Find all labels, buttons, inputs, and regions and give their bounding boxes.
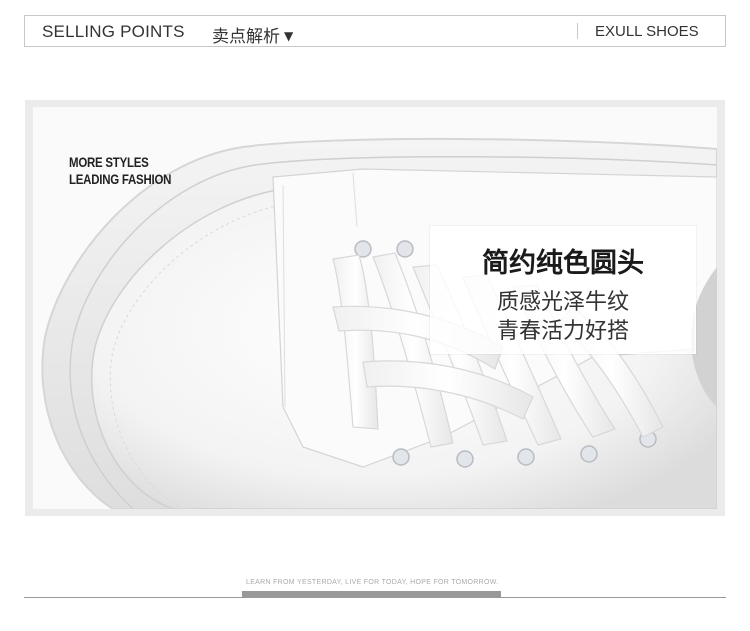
footer-motto: LEARN FROM YESTERDAY, LIVE FOR TODAY, HO… (246, 579, 499, 586)
tagline-line-1: MORE STYLES (69, 154, 149, 170)
triangle-down-icon: ▼ (284, 29, 294, 43)
section-subtitle-text: 卖点解析 (212, 27, 280, 47)
product-photo-frame: MORE STYLES LEADING FASHION 简约纯色圆头 质感光泽牛… (25, 100, 725, 516)
footer-divider (24, 597, 726, 598)
caption-line-2: 青春活力好搭 (496, 319, 629, 344)
feature-caption-box: 简约纯色圆头 质感光泽牛纹 青春活力好搭 (430, 226, 696, 354)
caption-heading: 简约纯色圆头 (482, 248, 644, 279)
header-divider (577, 23, 578, 39)
section-title: SELLING POINTS (42, 22, 185, 41)
header-bar: SELLING POINTS 卖点解析 ▼ EXULL SHOES (24, 15, 726, 47)
tagline-line-2: LEADING FASHION (69, 171, 172, 187)
brand-name: EXULL SHOES (595, 23, 699, 40)
photo-tagline: MORE STYLES LEADING FASHION (69, 154, 171, 188)
section-subtitle: 卖点解析 ▼ (212, 22, 293, 47)
product-photo: MORE STYLES LEADING FASHION 简约纯色圆头 质感光泽牛… (33, 107, 717, 509)
caption-line-1: 质感光泽牛纹 (496, 290, 629, 315)
